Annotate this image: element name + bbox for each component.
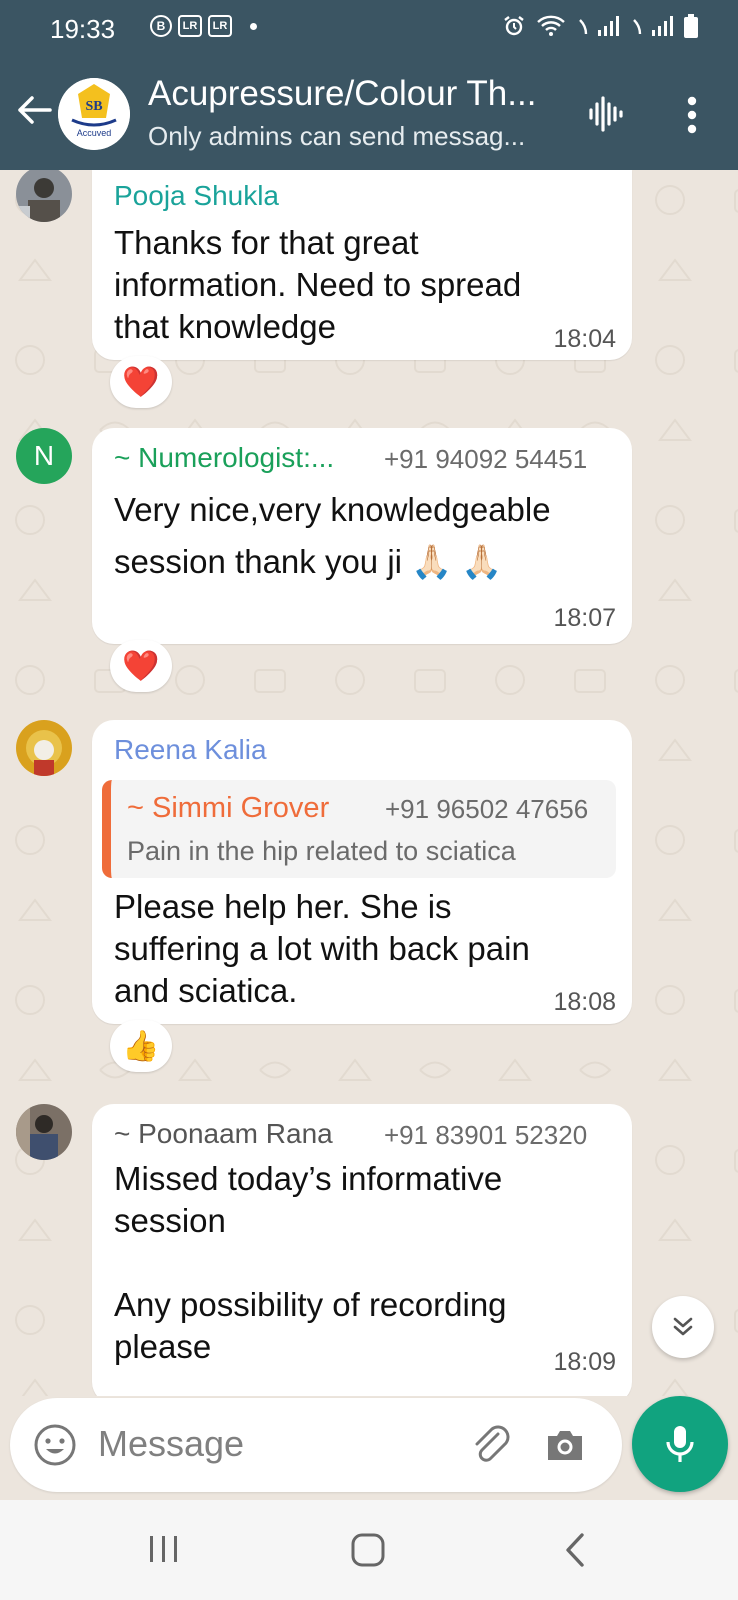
paperclip-icon (475, 1425, 510, 1462)
message-text: Missed today’s informative session Any p… (114, 1160, 507, 1365)
back-arrow-icon (18, 96, 52, 124)
message-bubble[interactable]: ~ Poonaam Rana +91 83901 52320 Missed to… (92, 1104, 632, 1396)
sender-phone: +91 94092 54451 (384, 444, 588, 474)
sender-avatar[interactable]: N (16, 428, 72, 484)
svg-text:SB: SB (85, 99, 102, 114)
wifi-icon (537, 15, 565, 36)
nav-back-icon (566, 1533, 584, 1567)
sender-name[interactable]: Pooja Shukla (114, 180, 279, 212)
svg-text:Accuved: Accuved (77, 128, 112, 138)
sender-phone: +91 83901 52320 (384, 1120, 588, 1150)
chat-title[interactable]: Acupressure/Colour Th... (148, 74, 536, 114)
lr-app-icon-2: LR (208, 15, 232, 37)
message-bubble[interactable]: Pooja Shukla Thanks for that great infor… (92, 170, 632, 360)
nav-back-button[interactable] (562, 1532, 588, 1573)
system-navigation-bar (0, 1500, 738, 1600)
reaction-badge[interactable]: ❤️ (110, 356, 172, 408)
message-text: Please help her. She is suffering a lot … (114, 888, 530, 1009)
recent-apps-button[interactable] (148, 1534, 180, 1569)
app-header: 19:33 B LR LR SB Accuved Acupressure/Col… (0, 0, 738, 170)
camera-icon (548, 1431, 582, 1460)
lr-app-icon: LR (178, 15, 202, 37)
double-chevron-down-icon (673, 1317, 693, 1336)
battery-icon (684, 14, 698, 38)
quoted-text: Pain in the hip related to sciatica (127, 836, 516, 866)
avatar-letter: N (33, 440, 55, 471)
signal-sim1-icon (579, 16, 619, 36)
chat-subtitle[interactable]: Only admins can send messag... (148, 121, 525, 152)
message-time: 18:04 (553, 325, 616, 353)
quoted-phone: +91 96502 47656 (385, 794, 589, 824)
accuved-logo: SB Accuved (58, 78, 130, 150)
heart-icon: ❤️ (122, 649, 160, 683)
home-button[interactable] (350, 1532, 386, 1573)
sender-avatar[interactable] (16, 720, 72, 776)
b-app-icon: B (150, 15, 172, 37)
group-avatar[interactable]: SB Accuved (58, 78, 130, 150)
reaction-badge[interactable]: ❤️ (110, 640, 172, 692)
back-button[interactable] (14, 90, 54, 135)
sender-name[interactable]: ~ Poonaam Rana (114, 1118, 333, 1150)
quoted-sender: ~ Simmi Grover (127, 792, 330, 824)
status-time: 19:33 (50, 14, 116, 44)
emoji-button[interactable] (32, 1422, 78, 1473)
attach-button[interactable] (468, 1422, 514, 1473)
more-options-button[interactable] (684, 96, 700, 139)
profile-photo (16, 1104, 72, 1160)
profile-photo (16, 720, 72, 776)
sender-name[interactable]: Reena Kalia (114, 734, 267, 766)
quoted-message[interactable]: ~ Simmi Grover +91 96502 47656 Pain in t… (102, 780, 616, 878)
sender-name[interactable]: ~ Numerologist:... (114, 442, 334, 474)
message-time: 18:08 (553, 988, 616, 1016)
message-time: 18:09 (553, 1348, 616, 1376)
message-bubble[interactable]: ~ Numerologist:... +91 94092 54451 Very … (92, 428, 632, 644)
thumbs-up-icon: 👍 (122, 1029, 160, 1063)
signal-sim2-icon (633, 16, 673, 36)
home-icon (351, 1533, 385, 1567)
message-list[interactable]: Pooja Shukla Thanks for that great infor… (0, 170, 738, 1396)
voice-chat-button[interactable] (585, 94, 625, 139)
microphone-icon (666, 1426, 694, 1462)
system-icons (502, 14, 698, 38)
message-text: Very nice,very knowledgeable session tha… (114, 491, 551, 580)
message-time: 18:07 (553, 604, 616, 632)
message-composer (10, 1398, 622, 1492)
alarm-icon (504, 16, 524, 36)
sender-avatar[interactable] (16, 1104, 72, 1160)
camera-button[interactable] (542, 1422, 588, 1473)
reaction-badge[interactable]: 👍 (110, 1020, 172, 1072)
message-bubble[interactable]: Reena Kalia ~ Simmi Grover +91 96502 476… (92, 720, 632, 1024)
kebab-menu-icon (687, 96, 697, 134)
recents-icon (150, 1536, 177, 1562)
emoji-icon (34, 1424, 76, 1466)
voice-record-button[interactable] (632, 1396, 728, 1492)
message-text: Thanks for that great information. Need … (114, 224, 522, 345)
status-bar: 19:33 B LR LR (0, 0, 738, 56)
audio-wave-icon (589, 96, 623, 132)
scroll-to-bottom-button[interactable] (652, 1296, 714, 1358)
message-input[interactable] (98, 1423, 438, 1465)
notification-icons: B LR LR (150, 15, 257, 37)
heart-icon: ❤️ (122, 365, 160, 399)
more-notifications-dot (250, 22, 257, 30)
